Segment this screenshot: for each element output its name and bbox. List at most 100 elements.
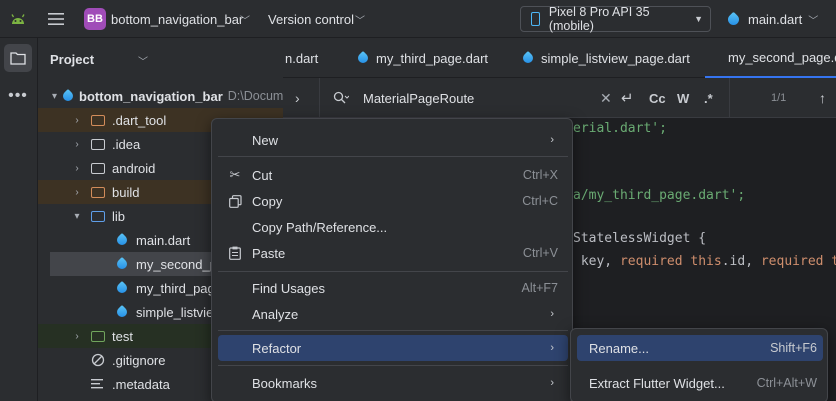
menu-label: New: [252, 132, 279, 148]
test-folder-icon: [90, 329, 106, 343]
chevron-down-icon[interactable]: ▾: [52, 91, 57, 102]
arrow-up-icon[interactable]: ↑: [819, 78, 826, 118]
dart-file-icon: [355, 50, 371, 66]
tool-window-strip: •••: [0, 38, 38, 401]
panel-title[interactable]: Project: [50, 52, 94, 67]
copy-icon: [226, 194, 244, 208]
menu-label: Find Usages: [252, 280, 325, 296]
chevron-right-icon: ›: [550, 134, 554, 146]
run-config-selector[interactable]: main.dart ﹀: [725, 0, 819, 38]
menu-separator: [218, 330, 568, 331]
menu-shortcut: Ctrl+Alt+W: [756, 376, 817, 390]
tree-root[interactable]: ▾ bottom_navigation_bar D:\Docum: [38, 84, 283, 108]
chevron-right-icon[interactable]: ›: [70, 139, 84, 150]
menu-label: Copy: [252, 193, 283, 209]
clipboard-icon: [226, 246, 244, 260]
menu-separator: [218, 271, 568, 272]
menu-item-cut[interactable]: ✂ Cut Ctrl+X: [218, 162, 568, 188]
menu-label: Cut: [252, 167, 273, 183]
regex-toggle[interactable]: .*: [704, 78, 713, 118]
folder-icon: [90, 185, 106, 199]
menu-shortcut: Ctrl+C: [522, 194, 558, 208]
tab-label: my_second_page.d: [728, 49, 836, 65]
more-tools-icon[interactable]: •••: [4, 82, 32, 110]
chevron-down-icon[interactable]: ﹀: [355, 0, 365, 38]
menu-item-analyze[interactable]: Analyze ›: [218, 301, 568, 327]
tree-item-label: .dart_tool: [112, 112, 167, 128]
menu-separator: [218, 156, 568, 157]
dart-file-icon: [114, 304, 130, 320]
menu-item-extract-widget[interactable]: Extract Flutter Widget... Ctrl+Alt+W: [577, 370, 823, 396]
menu-separator: [218, 365, 568, 366]
menu-label: Rename...: [589, 340, 649, 356]
dropdown-triangle-icon: ▼: [694, 14, 703, 24]
tree-item-label: .gitignore: [112, 352, 166, 368]
search-icon[interactable]: [333, 78, 349, 118]
folder-settings-icon: [90, 137, 106, 151]
version-control-menu[interactable]: Version control: [268, 0, 354, 38]
code-line: StatelessWidget {: [573, 231, 707, 246]
tab-main-dart[interactable]: n.dart: [285, 38, 318, 78]
device-selector[interactable]: Pixel 8 Pro API 35 (mobile) ▼: [520, 5, 711, 33]
menu-shortcut: Ctrl+X: [522, 168, 558, 182]
whole-words-toggle[interactable]: W: [677, 78, 689, 118]
menu-shortcut: Ctrl+V: [522, 246, 558, 260]
clear-icon[interactable]: ✕: [600, 78, 612, 118]
tree-item-label: main.dart: [136, 232, 191, 248]
chevron-down-icon[interactable]: ﹀: [240, 0, 250, 38]
dart-file-icon: [716, 53, 724, 61]
dart-file-icon: [114, 280, 130, 296]
menu-label: Refactor: [252, 340, 302, 356]
dart-file-icon: [114, 256, 130, 272]
tree-item-label: .idea: [112, 136, 141, 152]
match-count: 1/1: [771, 92, 787, 104]
tree-item-label: android: [112, 160, 156, 176]
menu-item-refactor[interactable]: Refactor ›: [218, 335, 568, 361]
new-line-icon[interactable]: ↵: [621, 78, 634, 118]
divider: [729, 78, 730, 118]
folder-icon: [90, 113, 106, 127]
dart-file-icon: [520, 50, 536, 66]
menu-label: Extract Flutter Widget...: [589, 375, 725, 391]
chevron-right-icon[interactable]: ›: [70, 163, 84, 174]
menu-item-bookmarks[interactable]: Bookmarks ›: [218, 370, 568, 396]
project-tool-window-icon[interactable]: [4, 44, 32, 72]
tree-item-label: lib: [112, 208, 126, 224]
menu-item-paste[interactable]: Paste Ctrl+V: [218, 240, 568, 266]
match-case-toggle[interactable]: Cc: [649, 78, 666, 118]
tree-item-label: build: [112, 184, 140, 200]
chevron-down-icon: ﹀: [808, 15, 819, 27]
title-bar: BB bottom_navigation_bar ﹀ Version contr…: [0, 0, 836, 38]
tab-simple-listview-page[interactable]: simple_listview_page.dart: [520, 38, 690, 78]
tree-item-label: .metadata: [112, 376, 170, 392]
chevron-down-icon[interactable]: ﹀: [138, 53, 148, 68]
tree-item-label: test: [112, 328, 133, 344]
tab-label: simple_listview_page.dart: [541, 50, 690, 66]
tab-my-second-page[interactable]: my_second_page.d: [705, 38, 836, 78]
divider: [319, 78, 320, 118]
menu-item-find-usages[interactable]: Find Usages Alt+F7: [218, 275, 568, 301]
phone-icon: [531, 12, 540, 26]
chevron-right-icon[interactable]: ›: [295, 78, 300, 118]
find-bar: › MaterialPageRoute ✕ ↵ Cc W .* 1/1 ↑: [283, 78, 836, 118]
menu-item-new[interactable]: New ›: [218, 127, 568, 153]
root-path: D:\Docum: [227, 89, 283, 103]
code-line: erial.dart';: [573, 121, 667, 136]
menu-item-copy-path[interactable]: Copy Path/Reference...: [218, 214, 568, 240]
project-badge[interactable]: BB: [84, 8, 106, 30]
context-menu: New › ✂ Cut Ctrl+X Copy Ctrl+C Copy Path…: [211, 118, 573, 401]
folder-icon: [90, 161, 106, 175]
main-menu-icon[interactable]: [42, 0, 70, 38]
project-selector[interactable]: bottom_navigation_bar: [111, 0, 243, 38]
tab-my-third-page[interactable]: my_third_page.dart: [355, 38, 488, 78]
search-input[interactable]: MaterialPageRoute: [363, 78, 474, 118]
menu-item-rename[interactable]: Rename... Shift+F6: [577, 335, 823, 361]
device-label: Pixel 8 Pro API 35 (mobile): [548, 5, 650, 33]
chevron-right-icon[interactable]: ›: [70, 331, 84, 342]
flutter-icon: [725, 11, 742, 27]
chevron-right-icon[interactable]: ›: [70, 187, 84, 198]
chevron-down-icon[interactable]: ▾: [70, 211, 84, 222]
chevron-right-icon: ›: [550, 377, 554, 389]
chevron-right-icon[interactable]: ›: [70, 115, 84, 126]
menu-item-copy[interactable]: Copy Ctrl+C: [218, 188, 568, 214]
